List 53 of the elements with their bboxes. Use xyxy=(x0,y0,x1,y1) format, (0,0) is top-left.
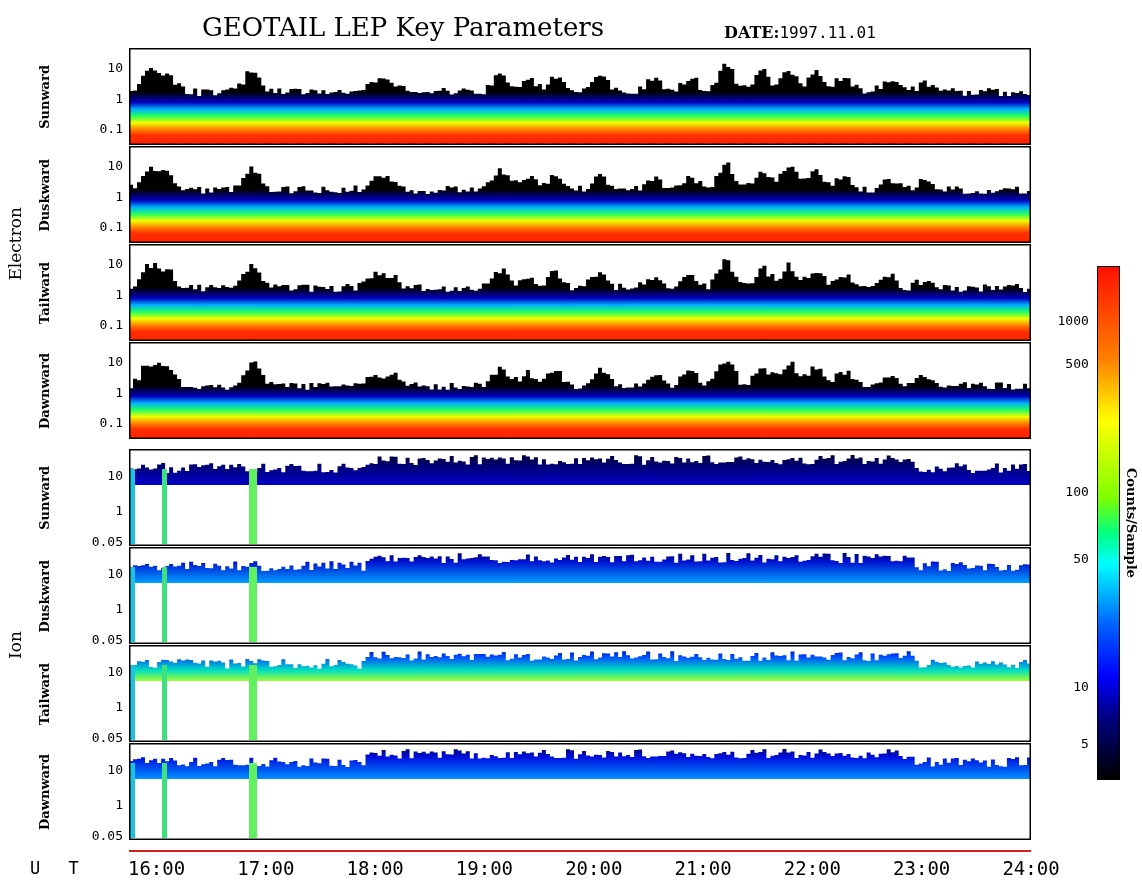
y-tick-label: 10 xyxy=(107,354,123,369)
time-tick-label: 22:00 xyxy=(783,857,841,879)
panel-label: Sunward xyxy=(36,65,52,129)
time-tick-label: 20:00 xyxy=(565,857,623,879)
y-tick-label: 10 xyxy=(107,469,123,484)
y-tick-label: 10 xyxy=(107,665,123,680)
time-tick-label: 24:00 xyxy=(1002,857,1060,879)
time-tick-label: 18:00 xyxy=(346,857,404,879)
y-tick-label: 0.05 xyxy=(91,633,123,648)
group-label: Electron xyxy=(5,207,25,281)
y-tick-label: 0.05 xyxy=(91,829,123,844)
panel-label: Duskward xyxy=(36,158,52,232)
time-tick-label: 16:00 xyxy=(127,857,186,879)
y-tick-label: 1 xyxy=(115,91,123,106)
y-tick-label: 0.1 xyxy=(99,122,123,137)
y-tick-label: 1 xyxy=(115,601,123,616)
colorbar-tick-label: 10 xyxy=(1073,680,1089,695)
panel-label: Tailward xyxy=(36,261,52,325)
colorbar-tick-label: 1000 xyxy=(1057,314,1089,328)
time-tick-label: 23:00 xyxy=(893,857,951,879)
time-axis-label: U T xyxy=(29,858,80,878)
time-tick-label: 21:00 xyxy=(674,857,732,879)
y-tick-label: 0.05 xyxy=(91,731,123,746)
y-tick-label: 10 xyxy=(107,256,123,271)
y-tick-label: 0.05 xyxy=(91,535,123,550)
panel-label: Duskward xyxy=(36,559,52,633)
time-tick-label: 19:00 xyxy=(455,857,514,879)
panel-label: Sunward xyxy=(36,466,52,530)
colorbar-tick-label: 50 xyxy=(1073,551,1089,566)
colorbar-tick-label: 5 xyxy=(1080,737,1089,751)
y-tick-label: 1 xyxy=(115,797,123,812)
group-label: Ion xyxy=(5,631,25,659)
y-tick-label: 1 xyxy=(115,287,123,302)
y-tick-label: 0.1 xyxy=(99,318,123,333)
y-tick-label: 10 xyxy=(107,158,123,173)
date-label: DATE:1997.11.01 xyxy=(724,23,876,44)
y-tick-label: 10 xyxy=(107,567,123,582)
panel-label: Dawnward xyxy=(36,353,52,429)
colorbar-tick-label: 100 xyxy=(1065,485,1089,500)
y-tick-label: 1 xyxy=(115,385,123,400)
y-tick-label: 0.1 xyxy=(99,220,123,235)
panel-label: Tailward xyxy=(36,662,52,726)
time-tick-label: 17:00 xyxy=(237,857,295,879)
y-tick-label: 1 xyxy=(115,699,123,714)
y-tick-label: 10 xyxy=(107,763,123,778)
plot-title: GEOTAIL LEP Key Parameters xyxy=(202,12,605,44)
y-tick-label: 1 xyxy=(115,503,123,518)
colorbar-tick-label: 500 xyxy=(1065,356,1089,371)
colorbar-label: Counts/Sample xyxy=(1123,468,1139,578)
panel-label: Dawnward xyxy=(36,754,52,830)
y-tick-label: 0.1 xyxy=(99,416,123,431)
y-tick-label: 10 xyxy=(107,60,123,75)
y-tick-label: 1 xyxy=(115,189,123,204)
